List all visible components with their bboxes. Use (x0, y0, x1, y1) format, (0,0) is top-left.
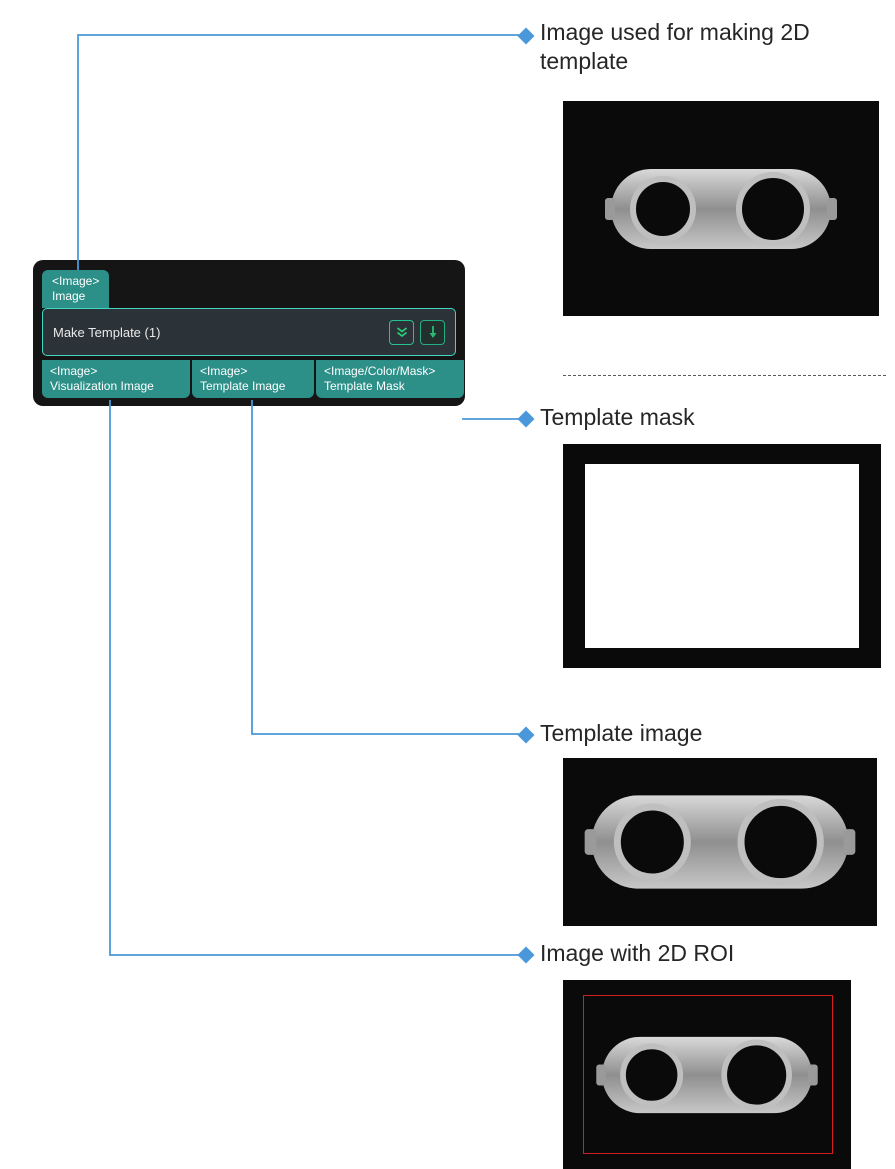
output-port-type: <Image> (50, 364, 182, 379)
bullet-icon (518, 28, 535, 45)
bullet-icon (518, 947, 535, 964)
output-port-label: Visualization Image (50, 379, 182, 394)
output-port-type: <Image/Color/Mask> (324, 364, 456, 379)
output-port-template-mask[interactable]: <Image/Color/Mask> Template Mask (316, 360, 464, 398)
label-image-with-roi: Image with 2D ROI (540, 939, 734, 968)
bullet-icon (518, 411, 535, 428)
roi-rect (583, 995, 833, 1154)
input-port-image[interactable]: <Image> Image (42, 270, 109, 308)
label-template-mask: Template mask (540, 403, 695, 432)
output-port-visualization-image[interactable]: <Image> Visualization Image (42, 360, 190, 398)
input-port-label: Image (52, 289, 99, 304)
input-port-type: <Image> (52, 274, 99, 289)
output-port-type: <Image> (200, 364, 306, 379)
preview-image-with-roi (563, 980, 851, 1169)
label-input-image: Image used for making 2D template (540, 18, 890, 76)
bullet-icon (518, 727, 535, 744)
preview-template-mask (563, 444, 881, 668)
label-template-image: Template image (540, 719, 702, 748)
node-title: Make Template (1) (53, 325, 160, 340)
divider (563, 375, 886, 376)
execute-icon[interactable] (420, 320, 445, 345)
expand-icon[interactable] (389, 320, 414, 345)
mask-rect (585, 464, 859, 648)
output-port-label: Template Mask (324, 379, 456, 394)
preview-template-image (563, 758, 877, 926)
node-title-bar[interactable]: Make Template (1) (42, 308, 456, 356)
preview-input-image (563, 101, 879, 316)
part-icon (601, 154, 841, 264)
part-icon (580, 777, 860, 907)
output-port-label: Template Image (200, 379, 306, 394)
output-port-template-image[interactable]: <Image> Template Image (192, 360, 314, 398)
template-step-node: <Image> Image Make Template (1) <Image> … (33, 260, 465, 406)
